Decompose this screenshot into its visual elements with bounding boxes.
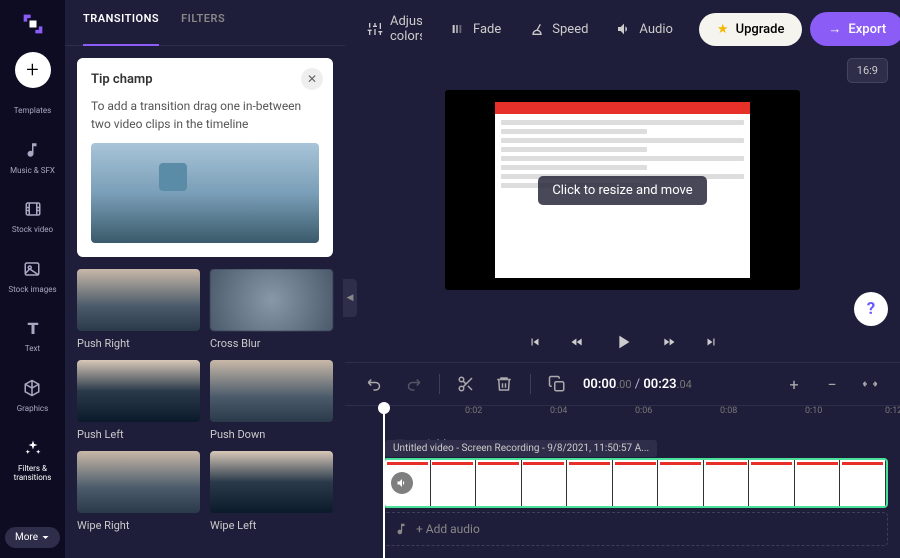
forward-button[interactable] <box>662 335 676 349</box>
preview-area: 16:9 Click to resize and move ? <box>345 58 900 322</box>
delete-button[interactable] <box>492 372 516 396</box>
skip-start-button[interactable] <box>528 335 542 349</box>
tip-close-button[interactable]: ✕ <box>301 68 323 90</box>
zoom-out-button[interactable]: − <box>820 372 844 396</box>
stockimages-label: Stock images <box>8 285 56 295</box>
top-toolbar: Adjust colors Fade Speed Audio ★ Upgrade… <box>345 0 900 58</box>
app-logo[interactable] <box>19 10 47 38</box>
upgrade-button[interactable]: ★ Upgrade <box>699 13 803 46</box>
add-button[interactable]: + <box>15 52 51 88</box>
transitions-grid: Push Right Cross Blur Push Left Push Dow… <box>65 269 345 544</box>
export-icon: → <box>828 21 841 37</box>
transition-item[interactable]: Push Right <box>77 269 200 350</box>
transition-item[interactable]: Cross Blur <box>210 269 333 350</box>
tab-filters[interactable]: FILTERS <box>181 12 225 33</box>
sidebar-item-stockvideo[interactable]: Stock video <box>12 193 53 239</box>
split-button[interactable] <box>454 372 478 396</box>
graphics-label: Graphics <box>17 404 49 414</box>
sparkle-icon <box>21 436 45 460</box>
zoom-fit-button[interactable] <box>858 372 882 396</box>
export-button[interactable]: → Export <box>810 12 900 46</box>
timeline-ruler[interactable]: 0:02 0:04 0:06 0:08 0:10 0:12 <box>345 406 900 430</box>
music-icon <box>20 138 44 162</box>
speed-icon <box>529 21 545 37</box>
duplicate-button[interactable] <box>545 372 569 396</box>
panel-tabs: TRANSITIONS FILTERS <box>65 0 345 46</box>
tab-transitions[interactable]: TRANSITIONS <box>83 12 159 46</box>
tip-card: ✕ Tip champ To add a transition drag one… <box>77 58 333 257</box>
sidebar-item-filters[interactable]: Filters & transitions <box>0 432 65 487</box>
stockvideo-label: Stock video <box>12 225 53 235</box>
tip-body: To add a transition drag one in-between … <box>91 97 319 133</box>
rewind-button[interactable] <box>570 335 584 349</box>
help-button[interactable]: ? <box>854 292 888 326</box>
more-button[interactable]: More <box>5 527 60 548</box>
clip-thumbnails <box>385 460 886 506</box>
image-icon <box>20 257 44 281</box>
text-label: Text <box>25 344 40 354</box>
transition-item[interactable]: Push Left <box>77 360 200 441</box>
adjust-colors-button[interactable]: Adjust colors <box>357 6 432 52</box>
adjust-icon <box>367 21 383 37</box>
sidebar-item-music[interactable]: Music & SFX <box>10 134 55 180</box>
speed-button[interactable]: Speed <box>519 13 598 45</box>
type-icon <box>21 316 45 340</box>
filters-label: Filters & transitions <box>0 464 65 483</box>
playhead[interactable] <box>383 406 385 558</box>
fade-button[interactable]: Fade <box>440 13 511 45</box>
redo-button[interactable] <box>401 372 425 396</box>
film-icon <box>21 197 45 221</box>
fade-icon <box>450 21 466 37</box>
playback-controls <box>345 322 900 362</box>
audio-track[interactable]: + Add audio <box>383 512 888 546</box>
left-sidebar: + Templates Music & SFX Stock video Stoc… <box>0 0 65 558</box>
skip-end-button[interactable] <box>704 335 718 349</box>
tip-illustration <box>91 143 319 243</box>
transition-item[interactable]: Wipe Right <box>77 451 200 532</box>
volume-icon <box>616 21 632 37</box>
timeline[interactable]: 0:02 0:04 0:06 0:08 0:10 0:12 + Add text… <box>345 406 900 558</box>
timecode-display: 00:00.00 / 00:23.04 <box>583 377 692 392</box>
resize-hint: Click to resize and move <box>538 176 706 205</box>
sidebar-item-stockimages[interactable]: Stock images <box>8 253 56 299</box>
main-area: Adjust colors Fade Speed Audio ★ Upgrade… <box>345 0 900 558</box>
transition-item[interactable]: Push Down <box>210 360 333 441</box>
side-panel: TRANSITIONS FILTERS ✕ Tip champ To add a… <box>65 0 345 558</box>
audio-button[interactable]: Audio <box>606 13 682 45</box>
video-clip[interactable] <box>383 458 888 508</box>
sidebar-item-text[interactable]: Text <box>21 312 45 358</box>
transition-item[interactable]: Wipe Left <box>210 451 333 532</box>
video-preview[interactable]: Click to resize and move <box>445 90 801 290</box>
timeline-toolbar: 00:00.00 / 00:23.04 + − <box>345 362 900 406</box>
cube-icon <box>20 376 44 400</box>
clip-name: Untitled video - Screen Recording - 9/8/… <box>385 440 657 457</box>
play-button[interactable] <box>612 331 634 353</box>
audio-track-icon <box>394 522 408 536</box>
music-label: Music & SFX <box>10 166 55 176</box>
sidebar-item-graphics[interactable]: Graphics <box>17 372 49 418</box>
aspect-ratio-button[interactable]: 16:9 <box>847 58 888 83</box>
tip-title: Tip champ <box>91 72 319 87</box>
sidebar-item-templates[interactable]: Templates <box>14 102 51 120</box>
templates-label: Templates <box>14 106 51 116</box>
clip-volume-icon[interactable] <box>391 472 413 494</box>
star-icon: ★ <box>717 22 729 37</box>
zoom-in-button[interactable]: + <box>782 372 806 396</box>
undo-button[interactable] <box>363 372 387 396</box>
